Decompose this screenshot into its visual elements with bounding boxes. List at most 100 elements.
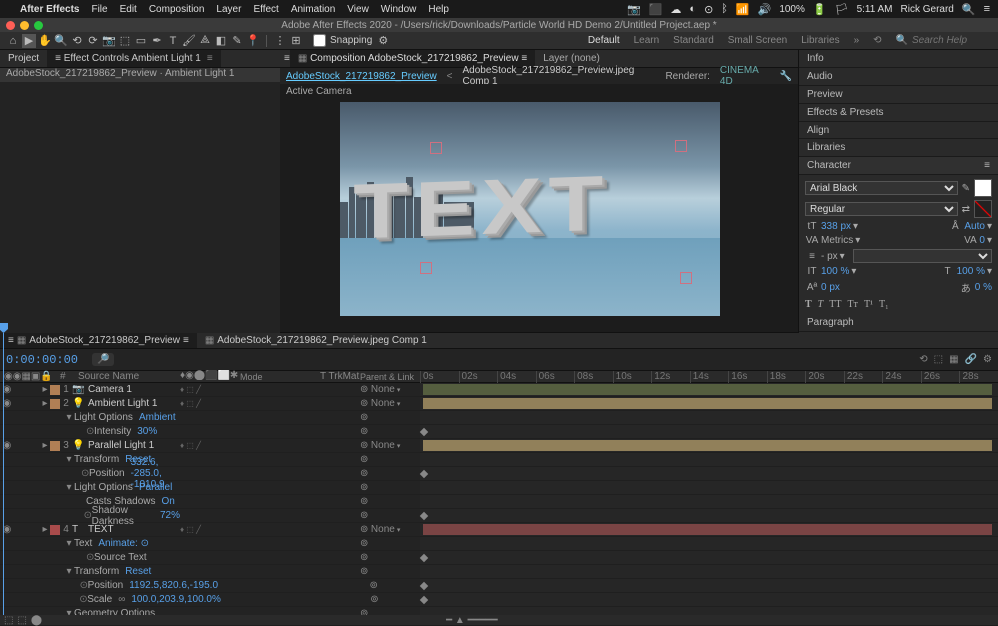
timeline-tab-active[interactable]: ≡ ▦ AdobeStock_217219862_Preview ≡ <box>0 333 197 348</box>
swap-icon[interactable]: ⇄ <box>962 204 970 215</box>
property-name[interactable]: Text <box>74 538 92 549</box>
panel-libraries[interactable]: Libraries <box>799 139 998 157</box>
panel-info[interactable]: Info <box>799 50 998 68</box>
property-row[interactable]: ⊙ Position 332.6, -285.0, -1010.9 ⊚ <box>0 467 998 481</box>
stroke-color-swatch[interactable] <box>974 200 992 218</box>
font-family-select[interactable]: Arial Black <box>805 181 958 195</box>
ruler-tick[interactable]: 24s <box>882 371 901 383</box>
tracking-value[interactable]: 0 <box>979 235 985 246</box>
menu-edit[interactable]: Edit <box>120 4 137 15</box>
parent-pickwhip-icon[interactable]: ⊚ <box>360 440 368 451</box>
property-value[interactable]: Animate: ⊙ <box>92 538 149 549</box>
hscale-value[interactable]: 100 % <box>957 266 985 277</box>
property-value[interactable]: Reset <box>119 566 151 577</box>
twirl-icon[interactable]: ▸ <box>40 384 50 395</box>
expression-pickwhip-icon[interactable]: ⊚ <box>360 510 368 521</box>
parent-dropdown[interactable]: None <box>371 524 400 535</box>
panel-opts-icon[interactable]: ≡ <box>183 335 189 346</box>
layer-name[interactable]: TEXT <box>84 524 180 535</box>
menu-view[interactable]: View <box>347 4 369 15</box>
close-tab-icon[interactable]: ≡ <box>207 53 213 64</box>
baseline-value[interactable]: 0 px <box>821 282 840 293</box>
col-mode[interactable]: Mode <box>240 372 320 382</box>
visibility-toggle[interactable]: ◉ <box>0 440 14 451</box>
property-name[interactable]: Position <box>88 580 124 591</box>
property-row[interactable]: ▾ Transform Reset ⊚ <box>0 565 998 579</box>
property-value[interactable]: Parallel <box>133 482 172 493</box>
menu-layer[interactable]: Layer <box>216 4 241 15</box>
tl-icon[interactable]: ▦ <box>949 354 958 365</box>
panel-effects-presets[interactable]: Effects & Presets <box>799 104 998 122</box>
control-center-icon[interactable]: ≡ <box>984 3 990 15</box>
keyframe-diamond[interactable] <box>420 512 428 520</box>
panel-align[interactable]: Align <box>799 122 998 140</box>
faux-bold-button[interactable]: T <box>805 299 812 310</box>
faux-italic-button[interactable]: T <box>818 299 824 310</box>
ruler-tick[interactable]: 26s <box>921 371 940 383</box>
property-row[interactable]: ▾ Light Options Ambient ⊚ <box>0 411 998 425</box>
property-name[interactable]: Scale <box>87 594 112 605</box>
rotation-tool[interactable]: ⟳ <box>86 34 100 48</box>
ruler-tick[interactable]: 04s <box>497 371 516 383</box>
snapping-checkbox[interactable] <box>313 34 326 47</box>
menu-file[interactable]: File <box>91 4 107 15</box>
property-row[interactable]: ⊙ Position 1192.5,820.6,-195.0 ⊚ <box>0 579 998 593</box>
expression-pickwhip-icon[interactable]: ⊚ <box>360 538 368 549</box>
tl-icon[interactable]: ⬚ <box>934 354 943 365</box>
label-color[interactable] <box>50 441 60 451</box>
tl-icon[interactable]: ⟲ <box>919 354 927 365</box>
timeline-search[interactable]: 🔎 <box>92 353 114 366</box>
clock[interactable]: 5:11 AM <box>857 4 893 15</box>
ruler-tick[interactable]: 18s <box>767 371 786 383</box>
property-value[interactable]: Ambient <box>133 412 176 423</box>
ruler-tick[interactable]: 28s <box>959 371 978 383</box>
property-value[interactable]: 1192.5,820.6,-195.0 <box>123 580 218 591</box>
battery-icon[interactable]: 🔋 <box>813 3 827 16</box>
panel-menu-icon[interactable]: ≡ <box>984 160 990 171</box>
allcaps-button[interactable]: TT <box>829 299 841 310</box>
keyframe-stopwatch[interactable]: ⊙ <box>86 552 94 563</box>
subscript-button[interactable]: T₁ <box>879 299 889 310</box>
toggle-switches-icon[interactable]: ⬤ <box>31 615 42 626</box>
ruler-tick[interactable]: 08s <box>574 371 593 383</box>
tab-project[interactable]: Project <box>0 50 47 67</box>
label-color[interactable] <box>50 385 60 395</box>
layer-row[interactable]: ◉ ▸ 1 📷 Camera 1 ♦ ⬚ ╱ ⊚ None <box>0 383 998 397</box>
label-color[interactable] <box>50 525 60 535</box>
twirl-icon[interactable]: ▾ <box>64 482 74 493</box>
menu-composition[interactable]: Composition <box>149 4 205 15</box>
keyframe-diamond[interactable] <box>420 554 428 562</box>
orbit-tool[interactable]: ⟲ <box>70 34 84 48</box>
zoom-tool[interactable]: 🔍 <box>54 34 68 48</box>
shape-tool[interactable]: ▭ <box>134 34 148 48</box>
zoom-window[interactable] <box>34 21 43 30</box>
panel-menu-icon[interactable]: ≡ <box>55 53 61 64</box>
minimize-window[interactable] <box>20 21 29 30</box>
expression-pickwhip-icon[interactable]: ⊚ <box>360 482 368 493</box>
bluetooth-icon[interactable]: ᛒ <box>721 3 728 15</box>
keyframe-stopwatch[interactable]: ⊙ <box>86 426 94 437</box>
workspace-reset-icon[interactable]: ⟲ <box>873 35 881 46</box>
spotlight-icon[interactable]: 🔍 <box>962 3 976 16</box>
layer-name[interactable]: Ambient Light 1 <box>84 398 180 409</box>
panel-menu-icon[interactable]: ≡ <box>8 335 14 346</box>
layer-duration-bar[interactable] <box>423 440 992 451</box>
stroke-style-select[interactable] <box>853 249 992 263</box>
user-name[interactable]: Rick Gerard <box>901 4 954 15</box>
eyedropper-icon[interactable]: ✎ <box>962 183 970 194</box>
search-help-input[interactable] <box>912 35 992 46</box>
twirl-icon[interactable]: ▸ <box>40 440 50 451</box>
property-row[interactable]: ▾ Text Animate: ⊙ ⊚ <box>0 537 998 551</box>
expression-pickwhip-icon[interactable]: ⊚ <box>360 468 368 479</box>
camera-tool[interactable]: 📷 <box>102 34 116 48</box>
visibility-toggle[interactable]: ◉ <box>0 398 14 409</box>
property-row[interactable]: ⊙ Scale ∞ 100.0,203.9,100.0% ⊚ <box>0 593 998 607</box>
menu-effect[interactable]: Effect <box>253 4 278 15</box>
home-icon[interactable]: ⌂ <box>6 34 20 48</box>
visibility-toggle[interactable]: ◉ <box>0 524 14 535</box>
parent-dropdown[interactable]: None <box>371 384 400 395</box>
workspace-small[interactable]: Small Screen <box>728 35 787 46</box>
panel-paragraph[interactable]: Paragraph <box>799 314 998 332</box>
col-trkmat[interactable]: T TrkMat <box>320 371 360 382</box>
volume-icon[interactable]: 🔊 <box>758 3 772 16</box>
